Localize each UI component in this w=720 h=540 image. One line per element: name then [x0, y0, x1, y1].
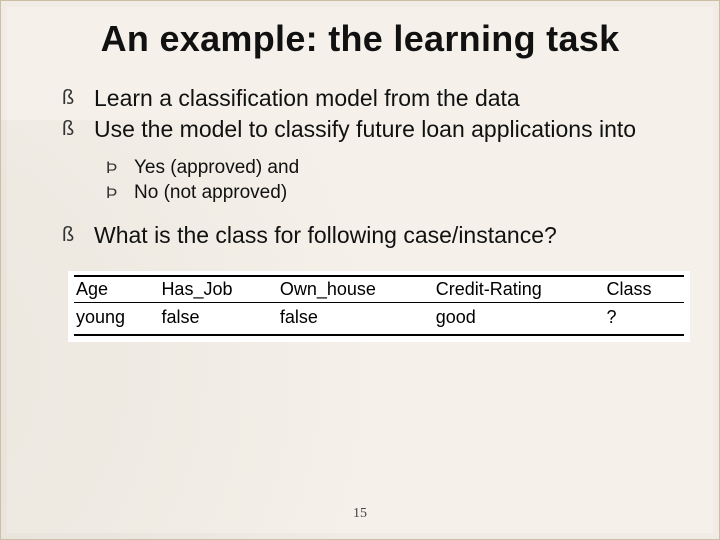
main-bullet-list-2: What is the class for following case/ins…: [62, 221, 670, 249]
slide-title: An example: the learning task: [50, 18, 670, 60]
slide-content: An example: the learning task Learn a cl…: [0, 0, 720, 342]
col-has-job: Has_Job: [159, 276, 277, 303]
cell-own-house: false: [278, 302, 434, 335]
col-credit-rating: Credit-Rating: [434, 276, 605, 303]
sub-bullet-no: No (not approved): [106, 182, 670, 205]
col-class: Class: [605, 276, 684, 303]
sub-bullet-yes: Yes (approved) and: [106, 157, 670, 180]
col-age: Age: [74, 276, 159, 303]
bullet-use-model: Use the model to classify future loan ap…: [62, 115, 670, 143]
example-table-wrap: Age Has_Job Own_house Credit-Rating Clas…: [68, 271, 690, 342]
cell-age: young: [74, 302, 159, 335]
col-own-house: Own_house: [278, 276, 434, 303]
table-header-row: Age Has_Job Own_house Credit-Rating Clas…: [74, 276, 684, 303]
bullet-learn-model: Learn a classification model from the da…: [62, 84, 670, 112]
table-row: young false false good ?: [74, 302, 684, 335]
example-table: Age Has_Job Own_house Credit-Rating Clas…: [74, 275, 684, 336]
cell-has-job: false: [159, 302, 277, 335]
page-number: 15: [0, 506, 720, 522]
bullet-question: What is the class for following case/ins…: [62, 221, 670, 249]
cell-credit-rating: good: [434, 302, 605, 335]
sub-bullet-list: Yes (approved) and No (not approved): [106, 157, 670, 205]
main-bullet-list: Learn a classification model from the da…: [62, 84, 670, 143]
cell-class: ?: [605, 302, 684, 335]
